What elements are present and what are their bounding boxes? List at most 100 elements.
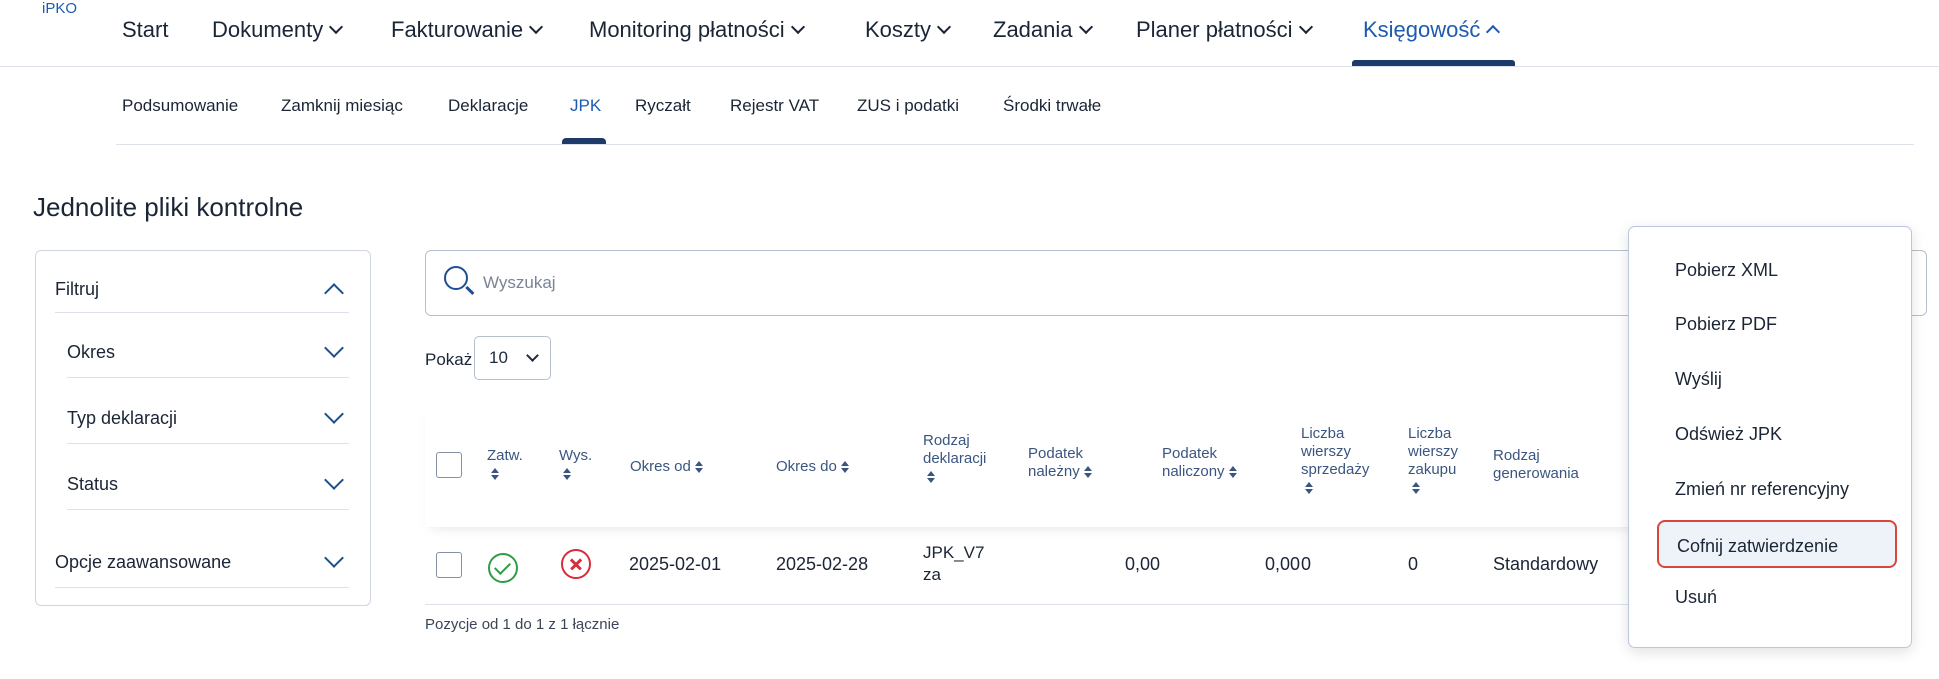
search-icon <box>444 266 468 290</box>
cell-purchase-rows: 0 <box>1408 554 1419 574</box>
menu-item-refresh-jpk[interactable]: Odśwież JPK <box>1675 424 1782 445</box>
column-header-tax-due[interactable]: Podatek należny <box>1028 445 1092 481</box>
filter-typ-deklaracji[interactable]: Typ deklaracji <box>67 393 349 444</box>
cell-declaration-type-line: za <box>923 565 941 584</box>
chevron-down-icon <box>526 348 539 362</box>
column-header-label: deklaracji <box>923 450 987 467</box>
subnav-jpk[interactable]: JPK <box>570 96 601 116</box>
filter-status[interactable]: Status <box>67 459 349 510</box>
column-header-label: Zatw. <box>487 447 523 464</box>
column-header-label: Podatek <box>1162 445 1218 462</box>
filter-panel: Filtruj Okres Typ deklaracji Status Opcj… <box>35 250 371 606</box>
nav-label: Zadania <box>993 17 1073 42</box>
cell-period-to: 2025-02-28 <box>776 554 869 574</box>
menu-item-send[interactable]: Wyślij <box>1675 369 1722 390</box>
filter-advanced-options[interactable]: Opcje zaawansowane <box>55 537 349 588</box>
chevron-down-icon <box>790 19 805 35</box>
main-navigation: Start Dokumenty Fakturowanie Monitoring … <box>0 0 1939 67</box>
nav-ksiegowosc[interactable]: Księgowość <box>1363 17 1501 43</box>
subnav-zus-i-podatki[interactable]: ZUS i podatki <box>857 96 959 116</box>
cell-declaration-type: JPK_V7 za <box>923 542 984 588</box>
nav-label: Monitoring płatności <box>589 17 785 42</box>
column-header-label: Liczba <box>1408 425 1452 442</box>
menu-item-download-xml[interactable]: Pobierz XML <box>1675 260 1778 281</box>
nav-label: Planer płatności <box>1136 17 1293 42</box>
column-header-label: Rodzaj <box>1493 447 1540 464</box>
chevron-down-icon <box>324 470 344 490</box>
column-header-label: sprzedaży <box>1301 461 1370 478</box>
column-header-label: zakupu <box>1408 461 1457 478</box>
cell-declaration-type-line: JPK_V7 <box>923 543 985 562</box>
cell-tax-input: 0,00 <box>1264 554 1300 574</box>
column-header-label: Liczba <box>1301 425 1345 442</box>
menu-item-change-reference-number[interactable]: Zmień nr referencyjny <box>1675 479 1849 500</box>
nav-label: Start <box>122 17 169 42</box>
row-actions-menu: Pobierz XML Pobierz PDF Wyślij Odśwież J… <box>1628 226 1912 648</box>
cell-generation-type: Standardowy <box>1493 554 1599 574</box>
subnav-zamknij-miesiac[interactable]: Zamknij miesiąc <box>281 96 403 116</box>
cell-sales-rows: 0 <box>1301 554 1312 574</box>
search-input[interactable] <box>481 265 1085 301</box>
row-checkbox[interactable] <box>436 552 462 578</box>
chevron-down-icon <box>329 19 344 35</box>
column-header-generation-type[interactable]: Rodzaj generowania <box>1493 447 1579 483</box>
column-header-label: Podatek <box>1028 445 1084 462</box>
filter-okres[interactable]: Okres <box>67 327 349 378</box>
pagination-info: Pozycje od 1 do 1 z 1 łącznie <box>425 616 620 633</box>
subnav-rejestr-vat[interactable]: Rejestr VAT <box>730 96 819 116</box>
chevron-down-icon <box>324 404 344 424</box>
filter-header-toggle[interactable]: Filtruj <box>55 267 349 313</box>
column-header-label: generowania <box>1493 465 1579 482</box>
nav-start[interactable]: Start <box>122 17 168 43</box>
subnav-podsumowanie[interactable]: Podsumowanie <box>122 96 238 116</box>
nav-monitoring-platnosci[interactable]: Monitoring płatności <box>589 17 805 43</box>
active-nav-indicator <box>1352 60 1515 66</box>
table-row[interactable]: 2025-02-01 2025-02-28 JPK_V7 za 0,00 0,0… <box>425 536 1725 605</box>
filter-header-label: Filtruj <box>55 279 99 299</box>
approved-check-icon <box>488 553 518 583</box>
sub-navigation: Podsumowanie Zamknij miesiąc Deklaracje … <box>116 82 1914 145</box>
chevron-up-icon <box>1486 24 1501 40</box>
nav-planer-platnosci[interactable]: Planer płatności <box>1136 17 1313 43</box>
subnav-ryczalt[interactable]: Ryczałt <box>635 96 691 116</box>
column-header-label: Okres do <box>776 458 837 475</box>
not-sent-x-icon <box>561 549 591 579</box>
active-subnav-indicator <box>562 138 606 144</box>
column-header-label: naliczony <box>1162 463 1225 480</box>
nav-dokumenty[interactable]: Dokumenty <box>212 17 344 43</box>
filter-label: Typ deklaracji <box>67 407 178 428</box>
menu-item-delete[interactable]: Usuń <box>1675 587 1717 608</box>
page-title: Jednolite pliki kontrolne <box>33 192 304 222</box>
nav-koszty[interactable]: Koszty <box>865 17 952 43</box>
column-header-purchase-rows[interactable]: Liczba wierszy zakupu <box>1408 425 1458 497</box>
select-all-checkbox[interactable] <box>436 452 462 478</box>
chevron-down-icon <box>324 548 344 568</box>
filter-label: Okres <box>67 341 116 362</box>
column-header-approved[interactable]: Zatw. <box>487 447 523 483</box>
column-header-label: Wys. <box>559 447 593 464</box>
column-header-label: Rodzaj <box>923 432 970 449</box>
menu-item-undo-approval[interactable]: Cofnij zatwierdzenie <box>1657 520 1897 568</box>
column-header-tax-input[interactable]: Podatek naliczony <box>1162 445 1237 481</box>
column-header-period-from[interactable]: Okres od <box>630 458 703 476</box>
cell-tax-due: 0,00 <box>1124 554 1160 574</box>
nav-zadania[interactable]: Zadania <box>993 17 1093 43</box>
column-header-label: wierszy <box>1301 443 1352 460</box>
filter-label: Status <box>67 473 119 494</box>
subnav-deklaracje[interactable]: Deklaracje <box>448 96 528 116</box>
subnav-srodki-trwale[interactable]: Środki trwałe <box>1003 96 1101 116</box>
column-header-sent[interactable]: Wys. <box>559 447 592 483</box>
chevron-down-icon <box>1078 19 1093 35</box>
nav-fakturowanie[interactable]: Fakturowanie <box>391 17 544 43</box>
column-header-sales-rows[interactable]: Liczba wierszy sprzedaży <box>1301 425 1369 497</box>
page-size-label: Pokaż <box>425 350 473 369</box>
cell-period-from: 2025-02-01 <box>629 554 722 574</box>
page-size-select[interactable]: 10 <box>474 336 551 380</box>
chevron-down-icon <box>324 338 344 358</box>
menu-item-download-pdf[interactable]: Pobierz PDF <box>1675 314 1777 335</box>
column-header-label: Okres od <box>630 458 691 475</box>
column-header-declaration-type[interactable]: Rodzaj deklaracji <box>923 432 986 486</box>
column-header-label: należny <box>1028 463 1080 480</box>
column-header-period-to[interactable]: Okres do <box>776 458 849 476</box>
nav-label: Dokumenty <box>212 17 324 42</box>
